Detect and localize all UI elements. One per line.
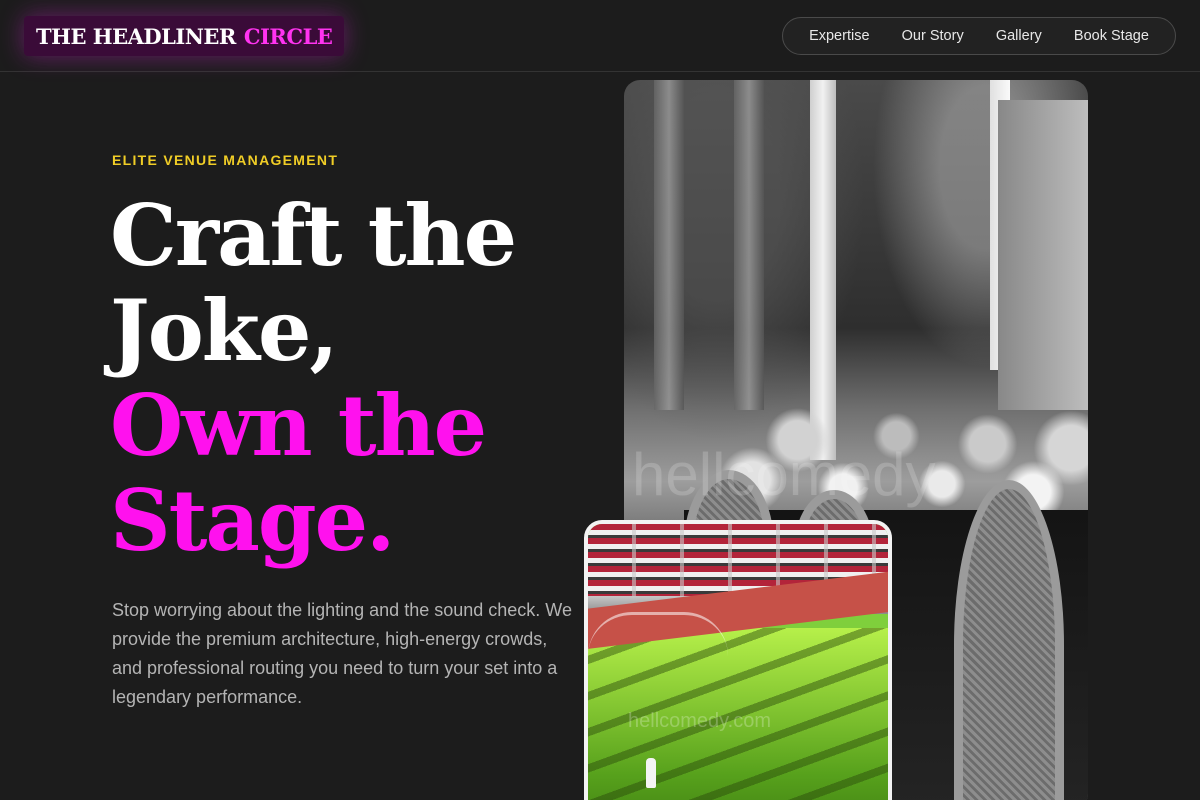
headline-line-3: Own the (110, 376, 487, 475)
nav-link-our-story[interactable]: Our Story (902, 28, 964, 44)
nav-link-book-stage[interactable]: Book Stage (1074, 28, 1149, 44)
site-header: THE HEADLINER CIRCLE Expertise Our Story… (0, 0, 1200, 72)
main-nav: Expertise Our Story Gallery Book Stage (782, 17, 1176, 55)
venue-photo-watermark: hellcomedy (632, 441, 936, 508)
hero-eyebrow: ELITE VENUE MANAGEMENT (112, 152, 339, 168)
venue-chair (954, 480, 1064, 800)
venue-drape (654, 80, 684, 410)
stadium-photo: hellcomedy.com (584, 520, 892, 800)
hero-headline: Craft the Joke, Own the Stage. (110, 188, 630, 568)
stadium-photo-watermark: hellcomedy.com (628, 710, 772, 732)
hero-description: Stop worrying about the lighting and the… (112, 600, 572, 707)
brand-logo[interactable]: THE HEADLINER CIRCLE (24, 16, 345, 56)
brand-logo-accent: CIRCLE (243, 23, 333, 49)
headline-line-4: Stage. (110, 471, 395, 570)
sprinkler-spray (588, 612, 728, 656)
nav-link-expertise[interactable]: Expertise (809, 28, 869, 44)
nav-link-gallery[interactable]: Gallery (996, 28, 1042, 44)
headline-line-2: Joke, (110, 281, 339, 380)
brand-logo-primary: THE HEADLINER (36, 23, 236, 49)
runner-figure (646, 758, 656, 788)
headline-line-1: Craft the (110, 186, 517, 285)
